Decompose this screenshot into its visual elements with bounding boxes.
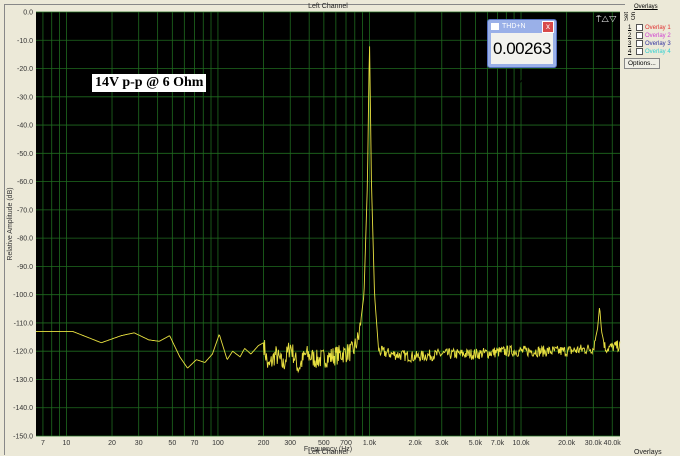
options-button[interactable]: Options...: [624, 58, 660, 69]
on-header: On: [631, 12, 637, 20]
y-tick-label: -20.0: [17, 66, 33, 73]
panel-icon: [491, 23, 499, 30]
y-tick-label: -60.0: [17, 179, 33, 186]
thd-value: 0.00263 %: [491, 33, 553, 64]
x-tick-label: 300: [284, 440, 296, 447]
y-tick-label: -110.0: [14, 320, 33, 327]
overlay-set-button[interactable]: 4: [628, 49, 634, 55]
x-tick-label: 10: [63, 440, 71, 447]
x-tick-label: 30: [135, 440, 143, 447]
spectrum-chart: 0.0 -10.0 -20.0 -30.0 -40.0 -50.0 -60.0 -70.0 -8…: [0, 0, 624, 455]
x-tick-label: 20: [108, 440, 116, 447]
overlay-checkbox[interactable]: [636, 40, 643, 47]
x-tick-label: 50: [168, 440, 176, 447]
x-tick-label: 7: [41, 440, 45, 447]
overlays-header: Overlays: [634, 4, 658, 10]
y-tick-label: -70.0: [17, 207, 33, 214]
overlay-4[interactable]: 4 Overlay 4: [628, 48, 671, 55]
overlay-checkbox[interactable]: [636, 24, 643, 31]
overlay-checkbox[interactable]: [636, 48, 643, 55]
y-tick-label: -30.0: [17, 94, 33, 101]
x-tick-label: 40.0k: [604, 440, 622, 447]
y-tick-label: 0.0: [23, 10, 33, 17]
y-tick-label: -50.0: [17, 151, 33, 158]
x-tick-label: 5.0k: [469, 440, 483, 447]
x-tick-label: 20.0k: [558, 440, 576, 447]
y-tick-label: -100.0: [13, 292, 33, 299]
y-tick-label: -140.0: [13, 405, 33, 412]
overlay-checkbox[interactable]: [636, 32, 643, 39]
annotation-label: 14V p-p @ 6 Ohm: [92, 74, 206, 92]
overlays-panel: Overlays Set On 1 Overlay 1 2 Overlay 2 3 Ove…: [624, 0, 680, 455]
overlay-2[interactable]: 2 Overlay 2: [628, 32, 671, 39]
y-tick-label: -150.0: [13, 434, 33, 441]
close-icon[interactable]: x: [542, 21, 554, 33]
thd-panel[interactable]: THD+N x 0.00263 %: [487, 19, 557, 68]
overlay-label: Overlay 2: [645, 33, 671, 39]
y-tick-label: -130.0: [13, 377, 33, 384]
x-tick-label: 70: [191, 440, 199, 447]
x-tick-label: 10.0k: [512, 440, 530, 447]
y-tick-label: -80.0: [17, 236, 33, 243]
overlay-label: Overlay 3: [645, 41, 671, 47]
x-tick-label: 1.0k: [363, 440, 377, 447]
set-header: Set: [624, 12, 630, 21]
overlay-1[interactable]: 1 Overlay 1: [628, 24, 671, 31]
x-tick-label: 200: [258, 440, 270, 447]
overlay-set-button[interactable]: 2: [628, 33, 634, 39]
y-tick-label: -40.0: [17, 123, 33, 130]
y-tick-label: -90.0: [17, 264, 33, 271]
y-tick-label: -120.0: [13, 349, 33, 356]
overlay-label: Overlay 1: [645, 25, 671, 31]
overlay-set-button[interactable]: 3: [628, 41, 634, 47]
overlay-set-button[interactable]: 1: [628, 25, 634, 31]
overlay-label: Overlay 4: [645, 49, 671, 55]
x-tick-label: 3.0k: [435, 440, 449, 447]
y-tick-label: -10.0: [17, 38, 33, 45]
x-tick-label: 2.0k: [408, 440, 422, 447]
x-tick-label: 30.0k: [585, 440, 603, 447]
y-axis-label: Relative Amplitude (dB): [7, 187, 14, 260]
x-tick-label: 7.0k: [491, 440, 505, 447]
cursor-tool-icon[interactable]: ⍑△▽: [596, 14, 617, 25]
overlay-3[interactable]: 3 Overlay 3: [628, 40, 671, 47]
thd-title: THD+N: [502, 23, 526, 30]
x-tick-label: 100: [212, 440, 224, 447]
